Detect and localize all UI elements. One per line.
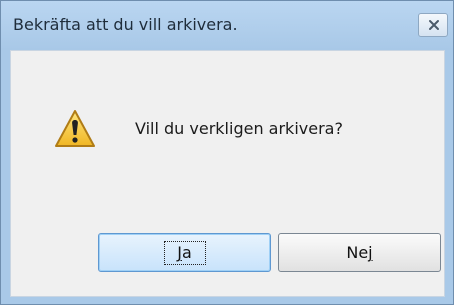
yes-button[interactable]: Ja <box>98 233 271 272</box>
no-button[interactable]: Ne j <box>278 233 441 272</box>
focus-rectangle: Ja <box>163 240 206 265</box>
dialog-title: Bekräfta att du vill arkivera. <box>13 15 238 34</box>
confirmation-dialog: Bekräfta att du vill arkivera. Vill du v… <box>0 0 454 305</box>
dialog-content: Vill du verkligen arkivera? Ja Ne j <box>10 50 445 297</box>
no-button-mnemonic: j <box>368 243 373 262</box>
close-icon <box>429 20 439 30</box>
warning-icon <box>55 110 95 147</box>
yes-button-label-rest: a <box>181 243 192 262</box>
close-button[interactable] <box>418 13 448 37</box>
title-bar[interactable]: Bekräfta att du vill arkivera. <box>1 1 453 50</box>
dialog-message: Vill du verkligen arkivera? <box>135 119 343 138</box>
no-button-label-prefix: Ne <box>346 243 369 262</box>
